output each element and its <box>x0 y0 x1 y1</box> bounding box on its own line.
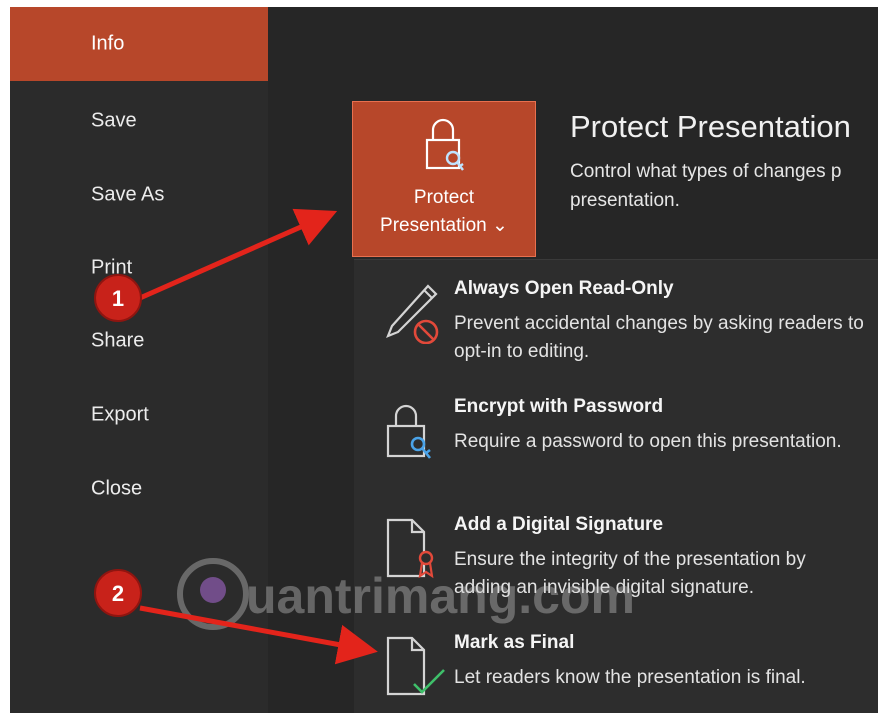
protect-title: Protect Presentation <box>570 109 851 144</box>
sidebar-item-label: Save As <box>91 183 165 206</box>
menu-item-add-digital-signature[interactable]: Add a Digital Signature Ensure the integ… <box>354 496 878 614</box>
protect-button-label-1: Protect <box>413 187 475 208</box>
lock-key-icon <box>386 404 432 459</box>
sidebar-item-label: Print <box>91 256 133 279</box>
protect-button-label-2: Presentation ⌄ <box>380 215 508 236</box>
sidebar-item-export[interactable]: Export <box>10 378 268 452</box>
protect-presentation-button[interactable]: Protect Presentation ⌄ <box>352 101 536 257</box>
menu-item-description: Ensure the integrity of the presentation… <box>454 549 806 598</box>
pencil-prohibit-icon <box>386 284 439 344</box>
sidebar-item-label: Export <box>91 403 149 426</box>
sidebar-item-close[interactable]: Close <box>10 452 268 526</box>
lock-key-icon <box>425 118 464 171</box>
sidebar-item-label: Save <box>91 109 137 132</box>
menu-item-title: Encrypt with Password <box>454 396 664 417</box>
backstage-window: Info Save Save As Print Share Export Clo… <box>10 7 878 713</box>
sidebar-item-share[interactable]: Share <box>10 304 268 378</box>
menu-item-always-open-read-only[interactable]: Always Open Read-Only Prevent accidental… <box>354 260 878 378</box>
menu-item-title: Always Open Read-Only <box>454 278 674 299</box>
info-pane: Protect Presentation ⌄ Protect Presentat… <box>268 7 878 713</box>
sidebar-item-label: Info <box>91 32 125 55</box>
sidebar-item-label: Share <box>91 329 145 352</box>
document-checkmark-icon <box>386 636 445 696</box>
menu-item-title: Add a Digital Signature <box>454 514 664 535</box>
menu-item-encrypt-with-password[interactable]: Encrypt with Password Require a password… <box>354 378 878 496</box>
menu-item-description: Prevent accidental changes by asking rea… <box>454 313 864 362</box>
sidebar-item-save[interactable]: Save <box>10 84 268 158</box>
sidebar-item-print[interactable]: Print <box>10 231 268 305</box>
menu-item-title: Mark as Final <box>454 632 575 653</box>
menu-item-mark-as-final[interactable]: Mark as Final Let readers know the prese… <box>354 614 878 713</box>
menu-item-description: Let readers know the presentation is fin… <box>454 667 806 688</box>
sidebar-item-save-as[interactable]: Save As <box>10 158 268 232</box>
protect-dropdown-menu: Always Open Read-Only Prevent accidental… <box>354 259 878 713</box>
protect-description: Control what types of changes p presenta… <box>570 161 842 211</box>
document-ribbon-icon <box>386 518 434 579</box>
sidebar-item-label: Close <box>91 477 143 500</box>
backstage-sidebar: Info Save Save As Print Share Export Clo… <box>10 7 268 713</box>
menu-item-description: Require a password to open this presenta… <box>454 431 842 452</box>
sidebar-item-info[interactable]: Info <box>10 7 268 81</box>
